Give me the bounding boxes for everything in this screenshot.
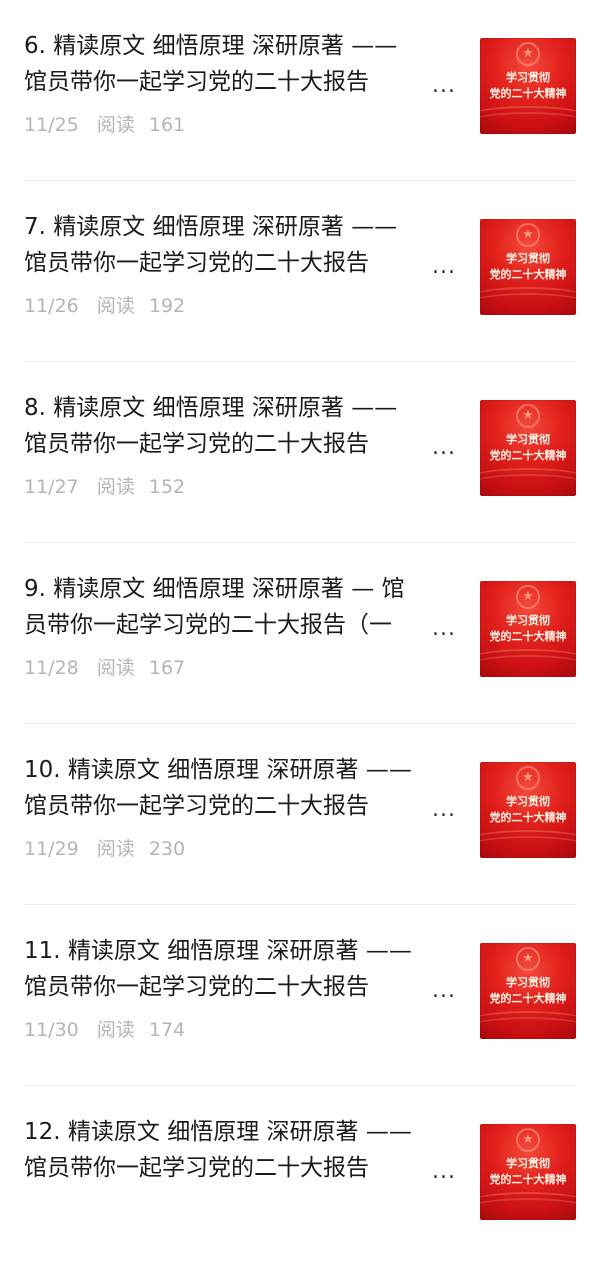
article-list: 6. 精读原文 细悟原理 深研原著 —— 馆员带你一起学习党的二十大报告 ...… bbox=[0, 0, 600, 1267]
thumbnail-wave-decoration bbox=[480, 112, 576, 132]
thumbnail-caption-line2: 党的二十大精神 bbox=[489, 268, 567, 281]
article-title-line1[interactable]: 11. 精读原文 细悟原理 深研原著 —— bbox=[24, 934, 454, 968]
thumbnail-caption-line1: 学习贯彻 bbox=[506, 1157, 550, 1170]
thumbnail-caption-line1: 学习贯彻 bbox=[506, 976, 550, 989]
article-title-line2[interactable]: 员带你一起学习党的二十大报告（一 bbox=[24, 608, 424, 642]
party-emblem-icon bbox=[516, 766, 540, 790]
thumbnail-caption-line2: 党的二十大精神 bbox=[489, 1173, 567, 1186]
thumbnail-caption-line2: 党的二十大精神 bbox=[489, 630, 567, 643]
article-thumbnail[interactable]: 学习贯彻 党的二十大精神 bbox=[480, 581, 576, 677]
thumbnail-caption-line1: 学习贯彻 bbox=[506, 252, 550, 265]
article-item-12[interactable]: 12. 精读原文 细悟原理 深研原著 —— 馆员带你一起学习党的二十大报告 ..… bbox=[0, 1086, 600, 1267]
article-date: 11/26 bbox=[24, 295, 79, 317]
title-ellipsis: ... bbox=[432, 435, 456, 460]
article-thumbnail[interactable]: 学习贯彻 党的二十大精神 bbox=[480, 1124, 576, 1220]
thumbnail-caption-line1: 学习贯彻 bbox=[506, 71, 550, 84]
thumbnail-wave-decoration bbox=[480, 1198, 576, 1218]
title-ellipsis: ... bbox=[432, 797, 456, 822]
article-thumbnail[interactable]: 学习贯彻 党的二十大精神 bbox=[480, 400, 576, 496]
article-item-9[interactable]: 9. 精读原文 细悟原理 深研原著 — 馆 员带你一起学习党的二十大报告（一 .… bbox=[0, 543, 600, 724]
article-meta bbox=[24, 1196, 44, 1226]
article-title-line2[interactable]: 馆员带你一起学习党的二十大报告 bbox=[24, 427, 424, 461]
thumbnail-caption-line1: 学习贯彻 bbox=[506, 795, 550, 808]
read-count: 192 bbox=[148, 295, 186, 317]
article-item-8[interactable]: 8. 精读原文 细悟原理 深研原著 —— 馆员带你一起学习党的二十大报告 ...… bbox=[0, 362, 600, 543]
article-title-line2[interactable]: 馆员带你一起学习党的二十大报告 bbox=[24, 789, 424, 823]
article-thumbnail[interactable]: 学习贯彻 党的二十大精神 bbox=[480, 38, 576, 134]
thumbnail-caption-line1: 学习贯彻 bbox=[506, 614, 550, 627]
party-emblem-icon bbox=[516, 1128, 540, 1152]
article-meta: 11/28 阅读 167 bbox=[24, 653, 185, 683]
article-date: 11/28 bbox=[24, 657, 79, 679]
title-ellipsis: ... bbox=[432, 254, 456, 279]
article-item-7[interactable]: 7. 精读原文 细悟原理 深研原著 —— 馆员带你一起学习党的二十大报告 ...… bbox=[0, 181, 600, 362]
article-thumbnail[interactable]: 学习贯彻 党的二十大精神 bbox=[480, 219, 576, 315]
article-title-line1[interactable]: 7. 精读原文 细悟原理 深研原著 —— bbox=[24, 210, 454, 244]
thumbnail-wave-decoration bbox=[480, 293, 576, 313]
article-title-line2[interactable]: 馆员带你一起学习党的二十大报告 bbox=[24, 970, 424, 1004]
article-meta: 11/27 阅读 152 bbox=[24, 472, 185, 502]
article-title-line1[interactable]: 10. 精读原文 细悟原理 深研原著 —— bbox=[24, 753, 454, 787]
thumbnail-wave-decoration bbox=[480, 1017, 576, 1037]
thumbnail-caption-line2: 党的二十大精神 bbox=[489, 87, 567, 100]
read-count: 230 bbox=[148, 838, 186, 860]
article-title-line2[interactable]: 馆员带你一起学习党的二十大报告 bbox=[24, 246, 424, 280]
read-count: 167 bbox=[148, 657, 186, 679]
article-title-line2[interactable]: 馆员带你一起学习党的二十大报告 bbox=[24, 1151, 424, 1185]
read-count-label: 阅读 bbox=[96, 1019, 135, 1041]
article-meta: 11/25 阅读 161 bbox=[24, 110, 185, 140]
article-title-line1[interactable]: 12. 精读原文 细悟原理 深研原著 —— bbox=[24, 1115, 454, 1149]
article-meta: 11/26 阅读 192 bbox=[24, 291, 185, 321]
party-emblem-icon bbox=[516, 42, 540, 66]
party-emblem-icon bbox=[516, 223, 540, 247]
read-count: 174 bbox=[148, 1019, 186, 1041]
article-title-line2[interactable]: 馆员带你一起学习党的二十大报告 bbox=[24, 65, 424, 99]
read-count-label: 阅读 bbox=[96, 657, 135, 679]
article-item-10[interactable]: 10. 精读原文 细悟原理 深研原著 —— 馆员带你一起学习党的二十大报告 ..… bbox=[0, 724, 600, 905]
article-date: 11/29 bbox=[24, 838, 79, 860]
article-date: 11/27 bbox=[24, 476, 79, 498]
article-item-6[interactable]: 6. 精读原文 细悟原理 深研原著 —— 馆员带你一起学习党的二十大报告 ...… bbox=[0, 0, 600, 181]
read-count-label: 阅读 bbox=[96, 476, 135, 498]
read-count: 152 bbox=[148, 476, 186, 498]
article-meta: 11/30 阅读 174 bbox=[24, 1015, 185, 1045]
article-title-line1[interactable]: 8. 精读原文 细悟原理 深研原著 —— bbox=[24, 391, 454, 425]
thumbnail-caption-line2: 党的二十大精神 bbox=[489, 992, 567, 1005]
thumbnail-wave-decoration bbox=[480, 655, 576, 675]
title-ellipsis: ... bbox=[432, 616, 456, 641]
article-thumbnail[interactable]: 学习贯彻 党的二十大精神 bbox=[480, 762, 576, 858]
party-emblem-icon bbox=[516, 947, 540, 971]
title-ellipsis: ... bbox=[432, 978, 456, 1003]
title-ellipsis: ... bbox=[432, 73, 456, 98]
title-ellipsis: ... bbox=[432, 1159, 456, 1184]
thumbnail-wave-decoration bbox=[480, 474, 576, 494]
article-title-line1[interactable]: 6. 精读原文 细悟原理 深研原著 —— bbox=[24, 29, 454, 63]
read-count-label: 阅读 bbox=[96, 114, 135, 136]
article-date: 11/30 bbox=[24, 1019, 79, 1041]
article-title-line1[interactable]: 9. 精读原文 细悟原理 深研原著 — 馆 bbox=[24, 572, 454, 606]
party-emblem-icon bbox=[516, 585, 540, 609]
party-emblem-icon bbox=[516, 404, 540, 428]
article-date: 11/25 bbox=[24, 114, 79, 136]
thumbnail-caption-line2: 党的二十大精神 bbox=[489, 449, 567, 462]
read-count: 161 bbox=[148, 114, 186, 136]
thumbnail-caption-line1: 学习贯彻 bbox=[506, 433, 550, 446]
thumbnail-caption-line2: 党的二十大精神 bbox=[489, 811, 567, 824]
article-thumbnail[interactable]: 学习贯彻 党的二十大精神 bbox=[480, 943, 576, 1039]
article-meta: 11/29 阅读 230 bbox=[24, 834, 185, 864]
thumbnail-wave-decoration bbox=[480, 836, 576, 856]
read-count-label: 阅读 bbox=[96, 838, 135, 860]
article-item-11[interactable]: 11. 精读原文 细悟原理 深研原著 —— 馆员带你一起学习党的二十大报告 ..… bbox=[0, 905, 600, 1086]
read-count-label: 阅读 bbox=[96, 295, 135, 317]
